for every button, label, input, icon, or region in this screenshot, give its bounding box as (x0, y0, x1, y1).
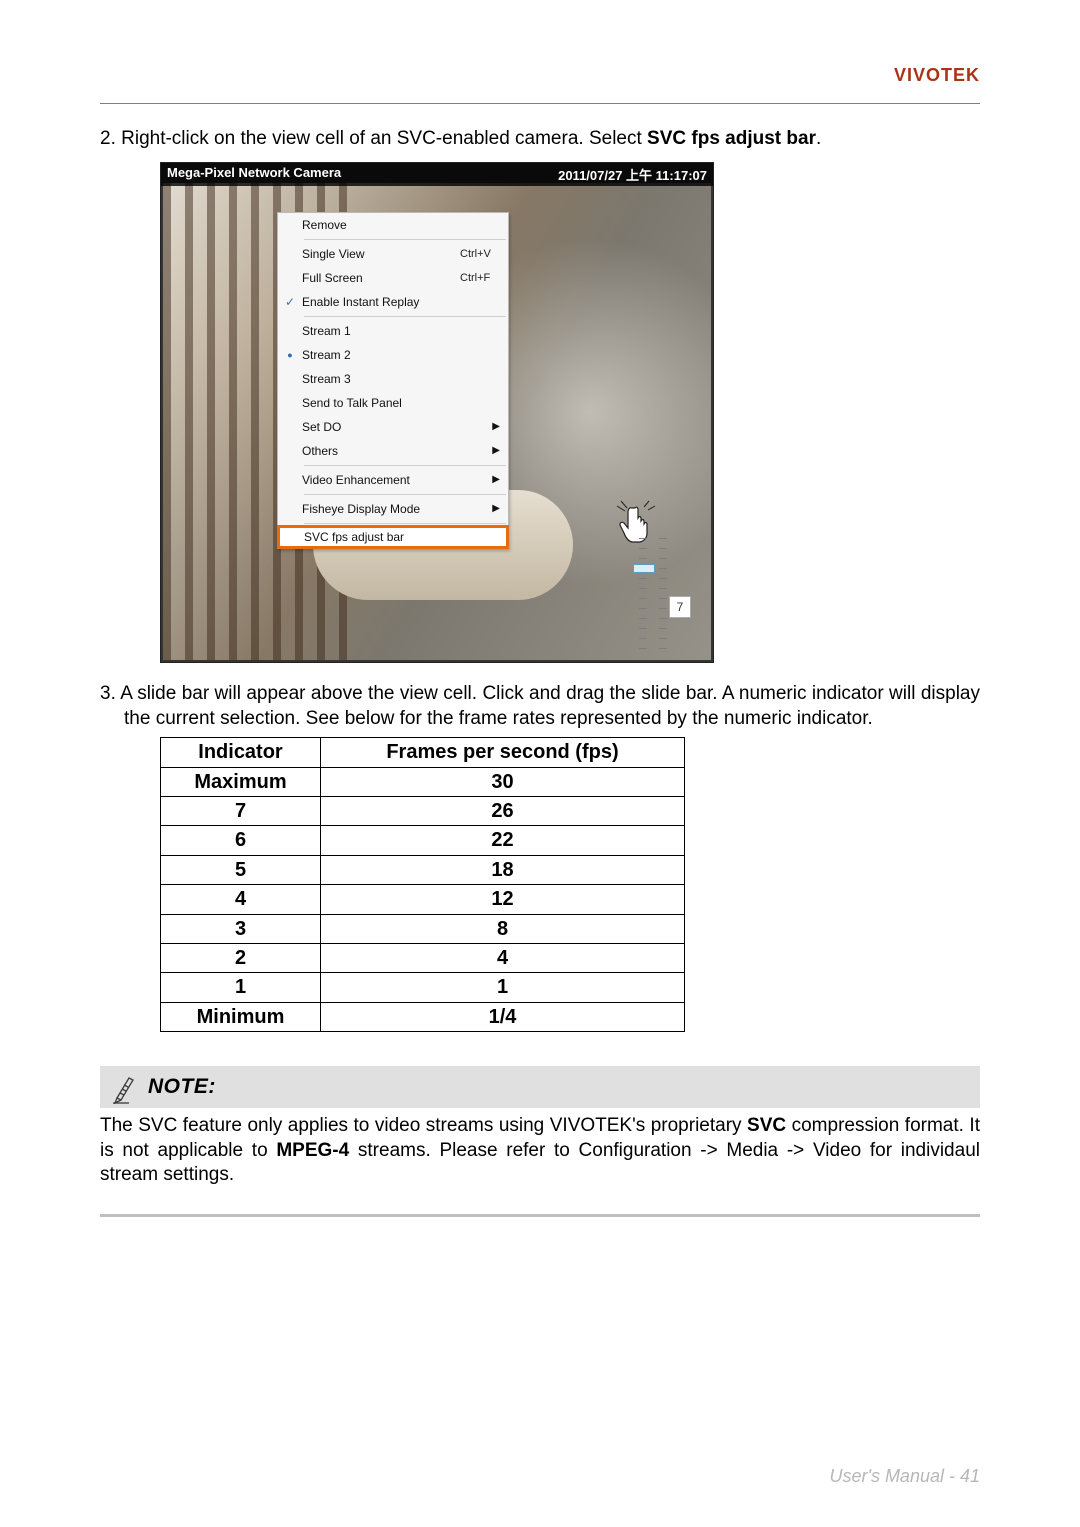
menu-item-label: Stream 3 (302, 372, 508, 386)
table-row: 518 (161, 855, 685, 884)
cell-indicator: 4 (161, 885, 321, 914)
slider-thumb[interactable] (633, 564, 655, 573)
radio-icon: ● (278, 350, 302, 360)
screenshot-figure: Mega-Pixel Network Camera 2011/07/27 上午 … (160, 162, 980, 663)
cell-fps: 22 (321, 826, 685, 855)
menu-separator (304, 239, 506, 240)
menu-item-label: Single View (302, 247, 460, 261)
table-row: 412 (161, 885, 685, 914)
col-fps: Frames per second (fps) (321, 738, 685, 767)
cell-fps: 4 (321, 943, 685, 972)
cell-indicator: Minimum (161, 1002, 321, 1031)
menu-item[interactable]: ✓Enable Instant Replay (278, 290, 508, 314)
step-3-text: 3. A slide bar will appear above the vie… (100, 683, 980, 729)
note-heading: NOTE: (148, 1075, 216, 1099)
col-indicator: Indicator (161, 738, 321, 767)
cell-fps: 30 (321, 767, 685, 796)
submenu-arrow-icon: ▶ (492, 421, 500, 432)
menu-shortcut: Ctrl+F (460, 272, 508, 284)
menu-item[interactable]: Stream 3 (278, 367, 508, 391)
note-bottom-rule (100, 1214, 980, 1217)
menu-item[interactable]: Remove (278, 213, 508, 237)
menu-item-label: Stream 1 (302, 324, 508, 338)
cell-indicator: 2 (161, 943, 321, 972)
slider-value: 7 (669, 596, 691, 618)
submenu-arrow-icon: ▶ (492, 474, 500, 485)
menu-item-label: Send to Talk Panel (302, 396, 508, 410)
menu-item-label: Remove (302, 218, 508, 232)
menu-item[interactable]: Single ViewCtrl+V (278, 242, 508, 266)
cell-fps: 1/4 (321, 1002, 685, 1031)
menu-separator (304, 494, 506, 495)
note-header: NOTE: (100, 1066, 980, 1108)
cell-indicator: 3 (161, 914, 321, 943)
table-row: 24 (161, 943, 685, 972)
menu-item[interactable]: Set DO▶ (278, 415, 508, 439)
note-bold-mpeg4: MPEG-4 (276, 1140, 349, 1161)
cell-fps: 26 (321, 796, 685, 825)
menu-item-label: Fisheye Display Mode (302, 502, 508, 516)
menu-item-label: Video Enhancement (302, 473, 508, 487)
menu-item[interactable]: ●Stream 2 (278, 343, 508, 367)
menu-item-label: SVC fps adjust bar (304, 530, 506, 544)
cell-indicator: 7 (161, 796, 321, 825)
table-row: 726 (161, 796, 685, 825)
menu-item[interactable]: Send to Talk Panel (278, 391, 508, 415)
menu-item-label: Set DO (302, 420, 508, 434)
menu-separator (304, 465, 506, 466)
submenu-arrow-icon: ▶ (492, 445, 500, 456)
page-footer: User's Manual - 41 (830, 1466, 981, 1487)
menu-item[interactable]: Fisheye Display Mode▶ (278, 497, 508, 521)
note-block: NOTE: The SVC feature only applies to vi… (100, 1066, 980, 1217)
cell-indicator: 1 (161, 973, 321, 1002)
menu-item-label: Stream 2 (302, 348, 508, 362)
note-text-0: The SVC feature only applies to video st… (100, 1115, 747, 1136)
table-row: 38 (161, 914, 685, 943)
menu-item[interactable]: Stream 1 (278, 319, 508, 343)
cell-indicator: 5 (161, 855, 321, 884)
step-2-prefix: 2. Right-click on the view cell of an SV… (100, 128, 647, 149)
camera-screenshot: Mega-Pixel Network Camera 2011/07/27 上午 … (160, 162, 714, 663)
menu-item[interactable]: Video Enhancement▶ (278, 468, 508, 492)
camera-title-left: Mega-Pixel Network Camera (167, 165, 341, 184)
table-row: Minimum1/4 (161, 1002, 685, 1031)
camera-titlebar: Mega-Pixel Network Camera 2011/07/27 上午 … (161, 163, 713, 186)
check-icon: ✓ (278, 295, 302, 309)
slider-ticks-left (639, 538, 647, 656)
menu-item-label: Full Screen (302, 271, 460, 285)
content: 2. Right-click on the view cell of an SV… (100, 104, 980, 1217)
step-3: 3. A slide bar will appear above the vie… (100, 681, 980, 732)
cell-fps: 18 (321, 855, 685, 884)
menu-separator (304, 316, 506, 317)
submenu-arrow-icon: ▶ (492, 503, 500, 514)
slider-ticks-right (659, 538, 667, 656)
table-row: 622 (161, 826, 685, 855)
fps-table: IndicatorFrames per second (fps) Maximum… (160, 737, 685, 1032)
table-row: 11 (161, 973, 685, 1002)
brand-name: VIVOTEK (894, 65, 980, 86)
menu-item[interactable]: Others▶ (278, 439, 508, 463)
menu-shortcut: Ctrl+V (460, 248, 508, 260)
menu-item-label: Others (302, 444, 508, 458)
menu-item[interactable]: Full ScreenCtrl+F (278, 266, 508, 290)
cell-fps: 12 (321, 885, 685, 914)
cell-fps: 1 (321, 973, 685, 1002)
page: VIVOTEK 2. Right-click on the view cell … (0, 0, 1080, 1527)
menu-item-label: Enable Instant Replay (302, 295, 508, 309)
pencil-icon (110, 1070, 138, 1104)
step-2: 2. Right-click on the view cell of an SV… (100, 126, 980, 152)
step-2-bold: SVC fps adjust bar (647, 128, 816, 149)
menu-separator (304, 523, 506, 524)
table-row: Maximum30 (161, 767, 685, 796)
cell-indicator: 6 (161, 826, 321, 855)
cell-indicator: Maximum (161, 767, 321, 796)
camera-title-right: 2011/07/27 上午 11:17:07 (558, 165, 707, 184)
step-2-suffix: . (816, 128, 821, 149)
cell-fps: 8 (321, 914, 685, 943)
note-body: The SVC feature only applies to video st… (100, 1114, 980, 1188)
menu-item[interactable]: SVC fps adjust bar (277, 525, 509, 549)
context-menu[interactable]: RemoveSingle ViewCtrl+VFull ScreenCtrl+F… (277, 212, 509, 549)
svc-slider[interactable]: 7 (631, 538, 691, 656)
note-bold-svc: SVC (747, 1115, 786, 1136)
